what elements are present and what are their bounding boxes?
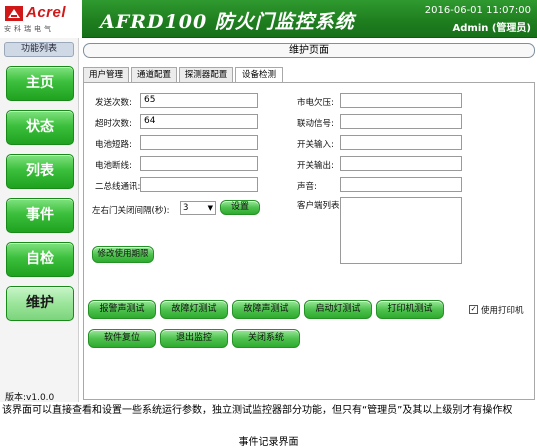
battery-short-label: 电池短路: xyxy=(95,140,132,150)
fault-light-test-button[interactable]: 故障灯测试 xyxy=(160,300,228,319)
close-interval-value: 3 xyxy=(183,203,189,213)
client-list-label: 客户端列表: xyxy=(297,201,343,211)
sidebar: 功能列表 主页 状态 列表 事件 自检 维护 版本:v1.0.0 xyxy=(0,38,79,403)
datetime-display: 2016-06-01 11:07:00 xyxy=(424,5,531,16)
shutdown-system-button[interactable]: 关闭系统 xyxy=(232,329,300,348)
page-title: 维护页面 xyxy=(83,43,535,58)
send-count-field[interactable]: 65 xyxy=(140,93,258,108)
sidebar-item-status[interactable]: 状态 xyxy=(6,110,74,145)
tab-device-test[interactable]: 设备检测 xyxy=(235,67,283,83)
sound-label: 声音: xyxy=(297,182,317,192)
sidebar-item-events[interactable]: 事件 xyxy=(6,198,74,233)
version-label: 版本:v1.0.0 xyxy=(5,393,55,403)
current-user: Admin (管理员) xyxy=(452,23,532,34)
acrel-logo-icon xyxy=(5,6,23,21)
brand-name: Acrel xyxy=(26,4,67,21)
use-printer-checkbox[interactable]: ✓ xyxy=(469,305,478,314)
switch-output-label: 开关输出: xyxy=(297,161,334,171)
sidebar-title: 功能列表 xyxy=(4,42,74,57)
set-interval-button[interactable]: 设置 xyxy=(220,200,260,215)
close-interval-select[interactable]: 3 ▼ xyxy=(180,201,216,215)
alarm-sound-test-button[interactable]: 报警声测试 xyxy=(88,300,156,319)
modify-expiry-button[interactable]: 修改使用期限 xyxy=(92,246,154,263)
send-count-label: 发送次数: xyxy=(95,98,132,108)
chevron-down-icon: ▼ xyxy=(207,204,213,212)
switch-input-label: 开关输入: xyxy=(297,140,334,150)
header-status: 2016-06-01 11:07:00 Admin (管理员) xyxy=(401,5,532,34)
sound-field[interactable] xyxy=(340,177,462,192)
close-interval-label: 左右门关闭间隔(秒): xyxy=(92,206,170,216)
linkage-signal-label: 联动信号: xyxy=(297,119,334,129)
switch-input-field[interactable] xyxy=(340,135,462,150)
tab-user-management[interactable]: 用户管理 xyxy=(83,67,129,82)
sidebar-item-list[interactable]: 列表 xyxy=(6,154,74,189)
device-test-panel: 发送次数: 65 超时次数: 64 电池短路: 电池断线: 二总线通讯: 左右门… xyxy=(83,82,535,400)
brand-name-cn: 安科瑞电气 xyxy=(4,25,54,33)
tab-detector-config[interactable]: 探测器配置 xyxy=(179,67,233,82)
use-printer-label: 使用打印机 xyxy=(481,306,524,316)
brand-logo: Acrel 安科瑞电气 xyxy=(0,0,82,38)
linkage-signal-field[interactable] xyxy=(340,114,462,129)
main-panel: 维护页面 用户管理 通道配置 探测器配置 设备检测 发送次数: 65 超时次数:… xyxy=(80,38,537,402)
start-light-test-button[interactable]: 启动灯测试 xyxy=(304,300,372,319)
sidebar-item-maintenance[interactable]: 维护 xyxy=(6,286,74,321)
fault-sound-test-button[interactable]: 故障声测试 xyxy=(232,300,300,319)
sidebar-item-selftest[interactable]: 自检 xyxy=(6,242,74,277)
battery-break-field[interactable] xyxy=(140,156,258,171)
tab-channel-config[interactable]: 通道配置 xyxy=(131,67,177,82)
software-reset-button[interactable]: 软件复位 xyxy=(88,329,156,348)
mains-undervoltage-field[interactable] xyxy=(340,93,462,108)
description-text: 该界面可以直接查看和设置一些系统运行参数，独立测试监控器部分功能，但只有“管理员… xyxy=(2,405,513,416)
battery-short-field[interactable] xyxy=(140,135,258,150)
printer-test-button[interactable]: 打印机测试 xyxy=(376,300,444,319)
bus-comm-label: 二总线通讯: xyxy=(95,182,141,192)
sidebar-item-home[interactable]: 主页 xyxy=(6,66,74,101)
mains-undervoltage-label: 市电欠压: xyxy=(297,98,334,108)
bus-comm-field[interactable] xyxy=(140,177,258,192)
switch-output-field[interactable] xyxy=(340,156,462,171)
app-title: AFRD100 防火门监控系统 xyxy=(100,11,355,33)
battery-break-label: 电池断线: xyxy=(95,161,132,171)
figure-caption: 事件记录界面 xyxy=(238,437,299,448)
header-bar: Acrel 安科瑞电气 AFRD100 防火门监控系统 2016-06-01 1… xyxy=(0,0,537,38)
client-list-box[interactable] xyxy=(340,197,462,264)
timeout-count-label: 超时次数: xyxy=(95,119,132,129)
timeout-count-field[interactable]: 64 xyxy=(140,114,258,129)
exit-monitor-button[interactable]: 退出监控 xyxy=(160,329,228,348)
